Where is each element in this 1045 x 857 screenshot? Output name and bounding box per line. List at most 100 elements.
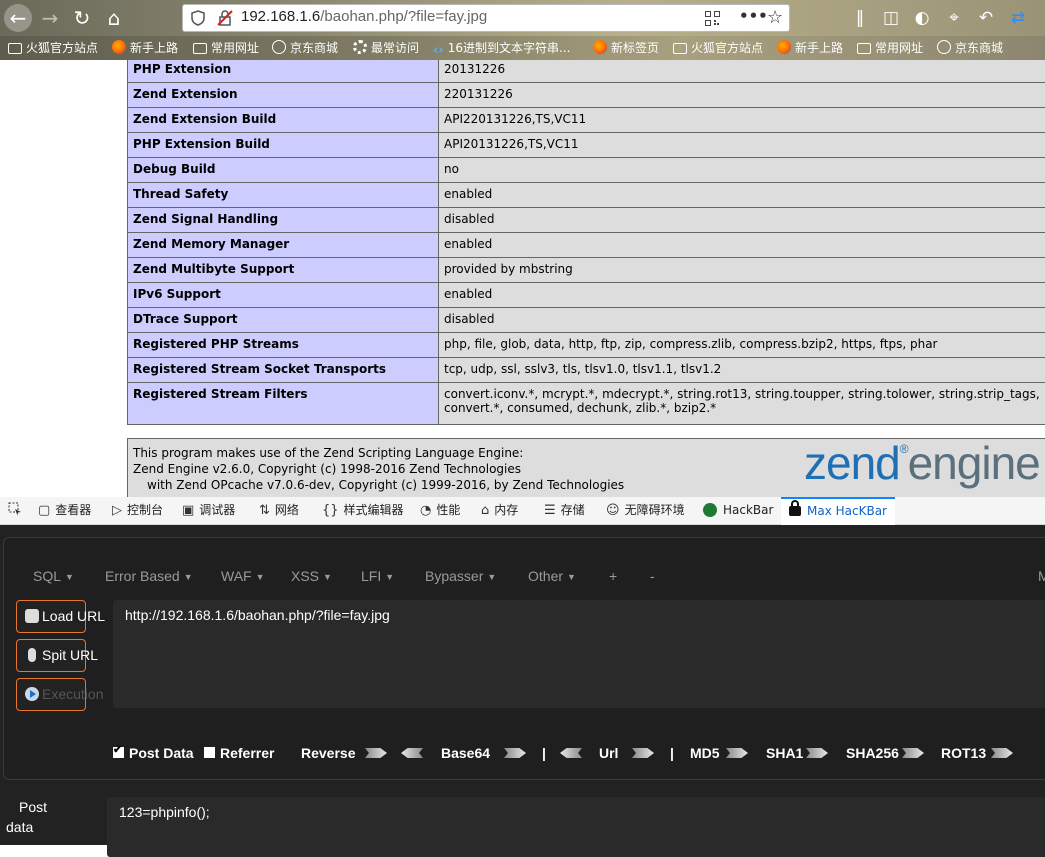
md5-arrow-icon[interactable]: [726, 748, 748, 758]
devtools-tab-label: 无障碍环境: [625, 503, 685, 517]
bookmark-item[interactable]: ‹›16进制到文本字符串...: [433, 39, 570, 57]
base64-decode-arrow-icon[interactable]: [401, 748, 423, 758]
bookmark-item[interactable]: 常用网址: [193, 39, 259, 57]
address-url[interactable]: 192.168.1.6/baohan.php/?file=fay.jpg: [241, 8, 487, 25]
library-icon[interactable]: ‖: [848, 6, 872, 30]
undo-icon[interactable]: ↶: [974, 6, 998, 30]
table-row: Registered PHP Streamsphp, file, glob, d…: [128, 333, 1045, 358]
bookmark-item[interactable]: 新手上路: [777, 39, 843, 57]
hackbar-menu-item[interactable]: +: [609, 568, 617, 584]
reverse-button[interactable]: Reverse: [301, 745, 356, 763]
sha1-arrow-icon[interactable]: [806, 748, 828, 758]
address-bar[interactable]: 192.168.1.6/baohan.php/?file=fay.jpg •••…: [182, 4, 790, 32]
row-key: Zend Memory Manager: [128, 233, 439, 258]
zend-engine-logo: zend®engine: [804, 441, 1040, 471]
post-data-checkbox[interactable]: Post Data: [113, 745, 194, 763]
hackbar-menu-item[interactable]: XSS▼: [291, 568, 332, 584]
devtools-tab[interactable]: ◔性能: [420, 497, 460, 525]
hackbar-menu-item[interactable]: LFI▼: [361, 568, 394, 584]
bookmark-item[interactable]: 京东商城: [937, 39, 1003, 57]
url-button[interactable]: Url: [599, 745, 618, 763]
sha1-button[interactable]: SHA1: [766, 745, 803, 763]
lock-icon: [789, 506, 801, 516]
url-decode-arrow-icon[interactable]: [560, 748, 582, 758]
table-row: Zend Extension220131226: [128, 83, 1045, 108]
hackbar-menu-label: M: [1038, 568, 1045, 584]
devtools-pick-element-icon[interactable]: [8, 497, 22, 525]
bookmark-item[interactable]: 新标签页: [593, 39, 659, 57]
devtools-tab-label: 样式编辑器: [344, 503, 404, 517]
devtools-tab[interactable]: ▷控制台: [112, 497, 163, 525]
devtools-tab[interactable]: Max HacKBar: [781, 497, 895, 525]
sha256-button[interactable]: SHA256: [846, 745, 899, 763]
hackbar-menu-item[interactable]: SQL▼: [33, 568, 74, 584]
bookmark-star-icon[interactable]: ☆: [767, 7, 783, 28]
devtools-tab-label: 内存: [494, 503, 518, 517]
devtools-tab[interactable]: ▢查看器: [38, 497, 91, 525]
reverse-arrow-icon[interactable]: [365, 748, 387, 758]
load-url-button[interactable]: Load URL: [16, 600, 86, 633]
referrer-checkbox[interactable]: Referrer: [204, 745, 274, 763]
devtools-tab-label: 性能: [436, 503, 460, 517]
bookmark-item[interactable]: 新手上路: [112, 39, 178, 57]
devtools-tab[interactable]: ⇅网络: [259, 497, 299, 525]
hackbar-menu-item[interactable]: -: [650, 568, 655, 584]
execution-label: Execution: [42, 686, 103, 702]
folder-icon: [857, 43, 871, 54]
bookmark-label: 最常访问: [371, 41, 419, 55]
post-data-option-label: Post Data: [129, 745, 194, 761]
hackbar-menu-item[interactable]: Other▼: [528, 568, 576, 584]
devtools-tab[interactable]: ☺无障碍环境: [606, 497, 685, 525]
bookmark-label: 京东商城: [290, 41, 338, 55]
hackbar-menu-item[interactable]: WAF▼: [221, 568, 265, 584]
devtools-tab[interactable]: ▣调试器: [182, 497, 235, 525]
qr-code-icon[interactable]: [705, 11, 720, 26]
url-encode-arrow-icon[interactable]: [632, 748, 654, 758]
insecure-lock-icon[interactable]: [217, 10, 233, 26]
repeat-extension-icon[interactable]: ⇄: [1006, 6, 1030, 30]
bookmark-item[interactable]: 火狐官方站点: [8, 39, 98, 57]
devtools-tab[interactable]: {}样式编辑器: [322, 497, 404, 525]
tracking-shield-icon[interactable]: [191, 10, 205, 26]
bookmark-item[interactable]: 火狐官方站点: [673, 39, 763, 57]
base64-encode-arrow-icon[interactable]: [504, 748, 526, 758]
gear-icon: [353, 40, 367, 54]
rot13-arrow-icon[interactable]: [991, 748, 1013, 758]
sidebar-icon[interactable]: ◫: [879, 6, 903, 30]
devtools-tab[interactable]: ⌂内存: [481, 497, 518, 525]
back-button[interactable]: ←: [4, 4, 32, 32]
base64-button[interactable]: Base64: [441, 745, 490, 763]
split-url-button[interactable]: Spit URL: [16, 639, 86, 672]
hackbar-menu-item[interactable]: Error Based▼: [105, 568, 193, 584]
hackbar-menu-label: SQL: [33, 568, 61, 584]
sync-icon[interactable]: ◐: [910, 6, 934, 30]
devtools-tab[interactable]: ☰存储: [544, 497, 585, 525]
folder-icon: [8, 43, 22, 54]
forward-button[interactable]: →: [36, 4, 64, 32]
page-actions-menu-icon[interactable]: •••: [739, 7, 768, 25]
hackbar-menu-item[interactable]: Bypasser▼: [425, 568, 496, 584]
md5-button[interactable]: MD5: [690, 745, 720, 763]
rot13-button[interactable]: ROT13: [941, 745, 986, 763]
bookmark-item[interactable]: 常用网址: [857, 39, 923, 57]
crop-screenshot-icon[interactable]: ⌖: [942, 6, 966, 30]
hackbar-menu-item[interactable]: M: [1038, 568, 1045, 584]
execution-button[interactable]: Execution: [16, 678, 86, 711]
home-button[interactable]: ⌂: [100, 4, 128, 32]
url-textarea[interactable]: http://192.168.1.6/baohan.php/?file=fay.…: [113, 600, 1045, 708]
hackbar-menu-label: Error Based: [105, 568, 180, 584]
chevron-down-icon: ▼: [385, 572, 394, 582]
folder-icon: [193, 43, 207, 54]
devtools-tab[interactable]: HackBar: [703, 497, 773, 525]
table-row: Registered Stream Filtersconvert.iconv.*…: [128, 383, 1045, 425]
row-value: API20131226,TS,VC11: [439, 133, 1045, 158]
devtools-tab-label: Max HacKBar: [807, 504, 887, 518]
post-data-textarea[interactable]: 123=phpinfo();: [107, 797, 1045, 857]
bookmark-item[interactable]: 京东商城: [272, 39, 338, 57]
table-row: Zend Extension BuildAPI220131226,TS,VC11: [128, 108, 1045, 133]
url-path: /baohan.php/?file=fay.jpg: [320, 8, 487, 25]
phpinfo-table: PHP Extension20131226Zend Extension22013…: [127, 60, 1045, 425]
reload-button[interactable]: ↻: [68, 4, 96, 32]
bookmark-item[interactable]: 最常访问: [353, 39, 419, 57]
sha256-arrow-icon[interactable]: [902, 748, 924, 758]
